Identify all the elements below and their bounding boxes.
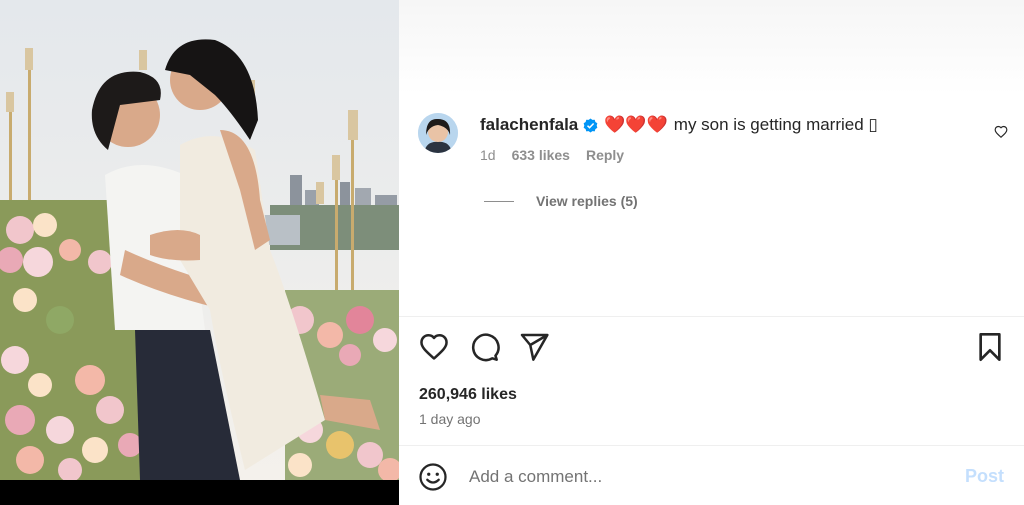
- post-side-panel: falachenfala ❤️❤️❤️ my son is getting ma…: [399, 0, 1024, 505]
- save-bookmark-icon[interactable]: [974, 331, 1006, 363]
- emoji-smiley-icon[interactable]: [418, 462, 448, 492]
- comment-input[interactable]: [469, 464, 929, 490]
- comment-username[interactable]: falachenfala: [480, 113, 578, 137]
- post-modal: falachenfala ❤️❤️❤️ my son is getting ma…: [0, 0, 1024, 505]
- comment-text: my son is getting married ▯: [673, 115, 878, 134]
- post-comment-button[interactable]: Post: [965, 466, 1004, 487]
- post-time-ago[interactable]: 1 day ago: [419, 411, 481, 427]
- post-actions: [418, 331, 1008, 365]
- view-replies-line: [484, 200, 514, 202]
- post-photo-illustration: [0, 0, 399, 505]
- add-comment-bar: Post: [399, 447, 1024, 505]
- post-likes-count[interactable]: 260,946 likes: [419, 386, 517, 404]
- divider: [399, 316, 1024, 317]
- blurred-caption-area: [399, 0, 1024, 95]
- comment-hearts: ❤️❤️❤️: [604, 115, 668, 135]
- verified-badge-icon: [583, 117, 598, 133]
- share-paper-plane-icon[interactable]: [518, 331, 550, 363]
- comment-body: falachenfala ❤️❤️❤️ my son is getting ma…: [480, 113, 1000, 163]
- divider: [399, 445, 1024, 446]
- avatar[interactable]: [418, 113, 458, 153]
- view-replies-label: View replies (5): [536, 193, 638, 209]
- view-replies-button[interactable]: View replies (5): [484, 193, 638, 209]
- like-heart-icon[interactable]: [418, 331, 450, 363]
- reply-button[interactable]: Reply: [586, 147, 624, 163]
- comment-line: falachenfala ❤️❤️❤️ my son is getting ma…: [480, 113, 1000, 137]
- post-image[interactable]: [0, 0, 399, 505]
- avatar-image: [418, 113, 458, 153]
- comment-bubble-icon[interactable]: [468, 331, 500, 363]
- comment-likes[interactable]: 633 likes: [512, 147, 570, 163]
- comment-heart-icon[interactable]: [994, 125, 1008, 139]
- comment-meta: 1d 633 likes Reply: [480, 147, 1000, 163]
- comment-age[interactable]: 1d: [480, 147, 496, 163]
